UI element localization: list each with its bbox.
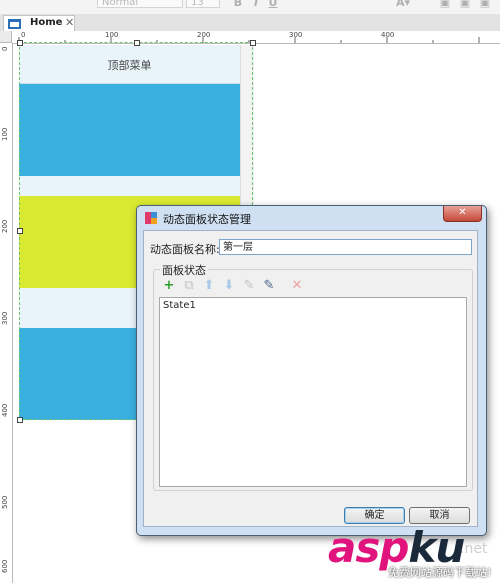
ruler-label: 200 (1, 219, 9, 233)
edit-icon[interactable]: ✎ (242, 279, 256, 293)
ruler-label: 300 (289, 31, 303, 39)
edit-all-icon[interactable]: ✎ (262, 279, 276, 293)
ruler-label: 200 (197, 31, 211, 39)
watermark-suffix: .net (460, 541, 488, 557)
watermark-subtitle: 免费网站源码下载站! (388, 566, 492, 579)
panel-states-label: 面板状态 (160, 262, 208, 278)
cancel-button[interactable]: 取消 (409, 507, 470, 524)
tab-close-icon[interactable]: ✕ (65, 16, 74, 29)
duplicate-icon[interactable]: ⧉ (182, 279, 196, 293)
list-item[interactable]: State1 (163, 300, 196, 311)
border-icon[interactable]: ▣ (458, 0, 472, 9)
tab-strip: Home ✕ (0, 14, 500, 32)
move-down-icon[interactable]: ⬇ (222, 279, 236, 293)
panel-name-input[interactable]: 第一层 (219, 239, 472, 255)
tab-home[interactable]: Home ✕ (3, 15, 75, 31)
underline-button[interactable]: U (266, 0, 280, 9)
panel-state-dialog: 动态面板状态管理 ✕ 动态面板名称: 第一层 面板状态 + ⧉ ⬆ ⬇ ✎ ✎ … (136, 205, 487, 536)
tab-label: Home (30, 17, 63, 28)
font-style-select[interactable]: Normal (97, 0, 183, 8)
resize-handle[interactable] (17, 417, 23, 423)
ruler-label: 400 (381, 31, 395, 39)
shadow-icon[interactable]: ▣ (478, 0, 492, 9)
page-icon (8, 19, 21, 29)
watermark-logo: aspku (328, 527, 465, 569)
dialog-app-icon (145, 212, 157, 224)
ruler-label: 600 (1, 559, 9, 573)
font-size-select[interactable]: 13 (186, 0, 220, 8)
toolbar: Normal 13 B I U A▾ ▣ ▣ ▣ (0, 0, 500, 15)
italic-button[interactable]: I (249, 0, 263, 9)
vertical-ruler: 0 100 200 300 400 500 600 (0, 43, 13, 583)
resize-handle[interactable] (134, 40, 140, 46)
panel-name-label: 动态面板名称: (150, 243, 220, 256)
delete-icon[interactable]: ✕ (290, 279, 304, 293)
ruler-label: 100 (105, 31, 119, 39)
bold-button[interactable]: B (231, 0, 245, 9)
ruler-label: 500 (1, 495, 9, 509)
move-up-icon[interactable]: ⬆ (202, 279, 216, 293)
fill-icon[interactable]: ▣ (438, 0, 452, 9)
resize-handle[interactable] (17, 40, 23, 46)
dialog-title: 动态面板状态管理 (163, 213, 251, 226)
ruler-label: 100 (1, 127, 9, 141)
resize-handle[interactable] (17, 228, 23, 234)
ruler-label: 300 (1, 311, 9, 325)
ruler-corner (0, 31, 12, 43)
dialog-body: 动态面板名称: 第一层 面板状态 + ⧉ ⬆ ⬇ ✎ ✎ ✕ State1 确定… (143, 230, 478, 527)
close-button[interactable]: ✕ (443, 206, 482, 222)
font-color-icon[interactable]: A▾ (392, 0, 414, 9)
ok-button[interactable]: 确定 (344, 507, 405, 524)
state-list[interactable]: State1 (159, 297, 467, 487)
ruler-label: 400 (1, 403, 9, 417)
add-icon[interactable]: + (162, 279, 176, 293)
ruler-label: 0 (1, 46, 9, 51)
resize-handle[interactable] (250, 40, 256, 46)
ruler-label: 0 (21, 31, 26, 39)
panel-states-group: 面板状态 + ⧉ ⬆ ⬇ ✎ ✎ ✕ State1 (153, 262, 473, 491)
